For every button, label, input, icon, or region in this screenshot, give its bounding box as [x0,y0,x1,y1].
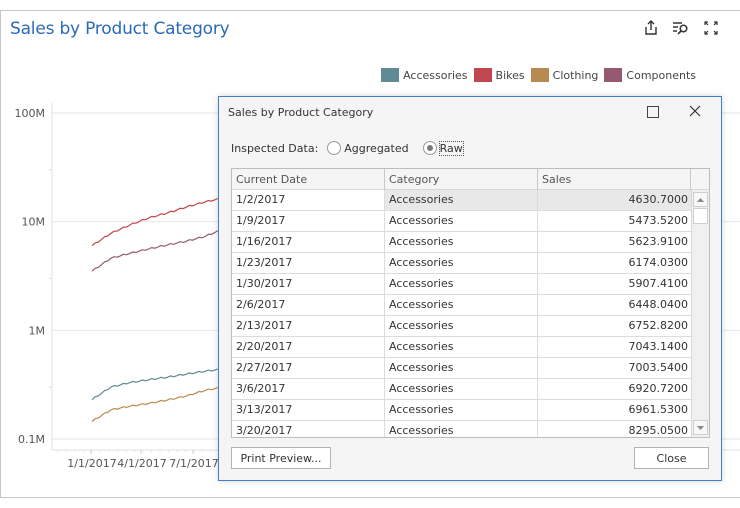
table-row[interactable]: 1/2/2017 Accessories 4630.7000 [232,190,691,211]
cell-current-date[interactable]: 1/16/2017 [232,232,385,252]
data-grid: Current Date Category Sales 1/2/2017 Acce… [231,168,710,438]
cell-category[interactable]: Accessories [385,253,538,273]
cell-sales[interactable]: 5907.4100 [538,274,691,294]
cell-category[interactable]: Accessories [385,211,538,231]
radio-circle [327,141,342,155]
cell-current-date[interactable]: 2/13/2017 [232,316,385,336]
maximize-window-icon[interactable] [647,106,659,118]
table-row[interactable]: 2/13/2017 Accessories 6752.8200 [232,316,691,337]
scrollbar-thumb[interactable] [693,208,708,224]
cell-category[interactable]: Accessories [385,295,538,315]
dialog-title: Sales by Product Category [228,106,374,119]
column-header-current-date[interactable]: Current Date [232,169,385,190]
vertical-scrollbar[interactable] [691,190,709,437]
cell-current-date[interactable]: 1/30/2017 [232,274,385,294]
cell-category[interactable]: Accessories [385,232,538,252]
cell-category[interactable]: Accessories [385,379,538,399]
cell-sales[interactable]: 6961.5300 [538,400,691,420]
scroll-down-arrow-icon[interactable] [693,420,708,435]
cell-sales[interactable]: 6174.0300 [538,253,691,273]
y-tick-label: 0.1M [18,433,45,446]
cell-current-date[interactable]: 2/27/2017 [232,358,385,378]
cell-sales[interactable]: 7043.1400 [538,337,691,357]
table-row[interactable]: 1/9/2017 Accessories 5473.5200 [232,211,691,232]
cell-current-date[interactable]: 2/6/2017 [232,295,385,315]
table-row[interactable]: 2/6/2017 Accessories 6448.0400 [232,295,691,316]
cell-sales[interactable]: 7003.5400 [538,358,691,378]
cell-category[interactable]: Accessories [385,400,538,420]
cell-category[interactable]: Accessories [385,274,538,294]
cell-current-date[interactable]: 3/6/2017 [232,379,385,399]
radio-circle-selected [422,141,437,155]
table-row[interactable]: 2/27/2017 Accessories 7003.5400 [232,358,691,379]
scroll-up-arrow-icon[interactable] [693,192,708,207]
cell-category[interactable]: Accessories [385,190,538,210]
cell-category[interactable]: Accessories [385,358,538,378]
table-row[interactable]: 3/20/2017 Accessories 8295.0500 [232,421,691,437]
close-icon[interactable] [687,102,703,120]
x-tick-label: 1/1/2017 [67,457,116,470]
close-button[interactable]: Close [634,447,709,469]
cell-sales[interactable]: 6752.8200 [538,316,691,336]
column-header-category[interactable]: Category [385,169,538,190]
table-row[interactable]: 3/6/2017 Accessories 6920.7200 [232,379,691,400]
column-header-sales[interactable]: Sales [538,169,691,190]
cell-sales[interactable]: 5473.5200 [538,211,691,231]
series-line-accessories [91,368,218,401]
cell-sales[interactable]: 5623.9100 [538,232,691,252]
y-tick-label: 10M [22,216,46,229]
print-preview-button[interactable]: Print Preview... [231,447,331,469]
grid-body: 1/2/2017 Accessories 4630.7000 1/9/2017 Acce… [232,190,691,437]
cell-sales[interactable]: 6920.7200 [538,379,691,399]
inspect-data-dialog: Sales by Product Category Inspected Data… [218,96,722,481]
cell-current-date[interactable]: 2/20/2017 [232,337,385,357]
inspected-data-label: Inspected Data: [231,141,319,155]
cell-sales[interactable]: 8295.0500 [538,421,691,437]
cell-category[interactable]: Accessories [385,337,538,357]
cell-current-date[interactable]: 1/9/2017 [232,211,385,231]
table-row[interactable]: 3/13/2017 Accessories 6961.5300 [232,400,691,421]
y-tick-label: 100M [15,107,46,120]
y-tick-label: 1M [29,324,46,337]
column-header-spacer [691,169,709,190]
cell-current-date[interactable]: 1/23/2017 [232,253,385,273]
x-tick-label: 4/1/2017 [117,457,166,470]
cell-sales[interactable]: 6448.0400 [538,295,691,315]
cell-category[interactable]: Accessories [385,421,538,437]
grid-header: Current Date Category Sales [232,169,709,190]
cell-current-date[interactable]: 1/2/2017 [232,190,385,210]
cell-sales[interactable]: 4630.7000 [538,190,691,210]
table-row[interactable]: 1/30/2017 Accessories 5907.4100 [232,274,691,295]
radio-aggregated[interactable]: Aggregated [327,141,409,155]
cell-current-date[interactable]: 3/20/2017 [232,421,385,437]
table-row[interactable]: 1/23/2017 Accessories 6174.0300 [232,253,691,274]
inspected-data-selector: Inspected Data: Aggregated Raw [231,140,464,156]
table-row[interactable]: 2/20/2017 Accessories 7043.1400 [232,337,691,358]
radio-raw[interactable]: Raw [422,140,464,156]
cell-category[interactable]: Accessories [385,316,538,336]
x-tick-label: 7/1/2017 [169,457,218,470]
series-line-clothing [91,386,218,422]
table-row[interactable]: 1/16/2017 Accessories 5623.9100 [232,232,691,253]
series-line-components [91,230,219,272]
cell-current-date[interactable]: 3/13/2017 [232,400,385,420]
